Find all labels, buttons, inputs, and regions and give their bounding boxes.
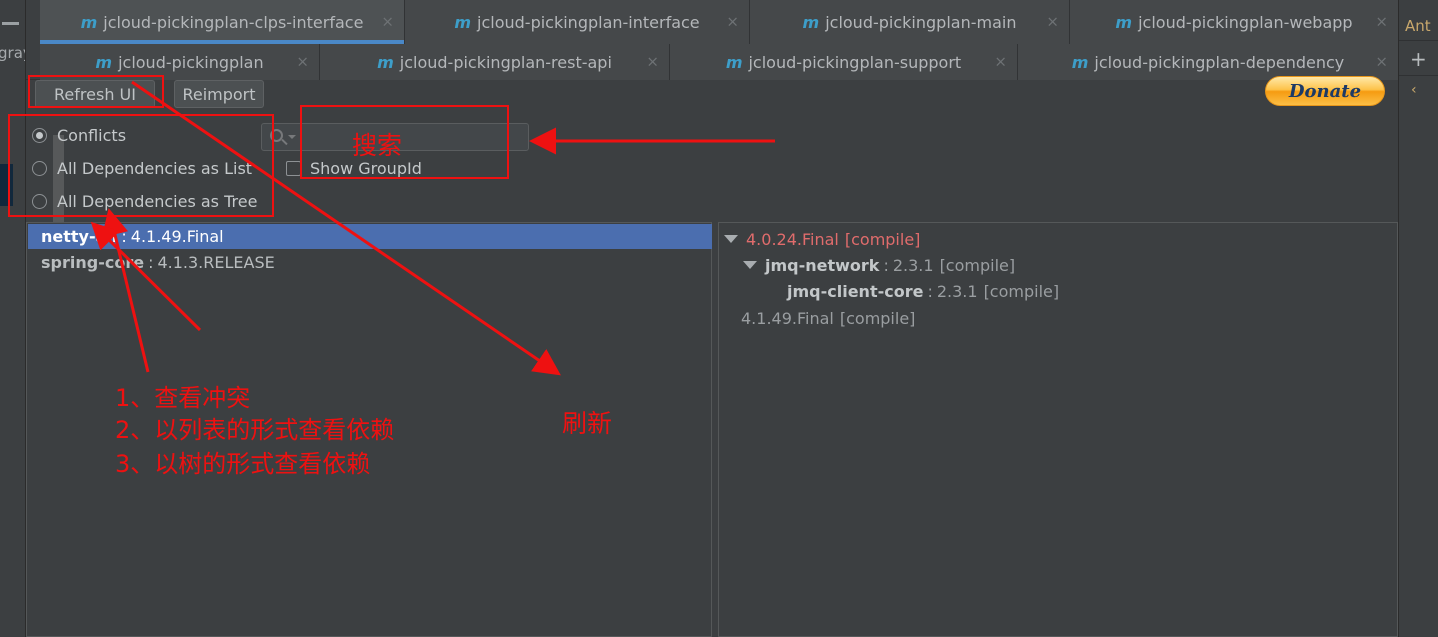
tab-close-icon[interactable]: × [1375,14,1388,30]
minimize-dash-icon [2,22,19,25]
strip-divider [1399,40,1438,41]
tab-jcloud-pickingplan[interactable]: m jcloud-pickingplan × [40,44,320,80]
maven-module-icon: m [377,52,394,72]
tab-label: jcloud-pickingplan-support [748,52,962,72]
tab-jcloud-pickingplan-main[interactable]: m jcloud-pickingplan-main × [750,0,1070,44]
list-item[interactable]: netty-all : 4.1.49.Final [28,224,712,249]
dependency-separator: : [121,227,127,246]
tab-label: jcloud-pickingplan-rest-api [399,52,612,72]
radio-label: All Dependencies as Tree [57,192,258,211]
tab-jcloud-pickingplan-webapp[interactable]: m jcloud-pickingplan-webapp × [1070,0,1398,44]
maven-helper-toolbar: Refresh UI Reimport [26,80,1398,113]
radio-indicator-icon [32,161,47,176]
tab-label: jcloud-pickingplan-main [825,12,1017,32]
add-button[interactable]: + [1410,49,1427,69]
radio-all-dependencies-as-list[interactable]: All Dependencies as List [32,159,252,178]
maven-module-icon: m [95,52,113,72]
radio-indicator-icon [32,194,47,209]
right-tool-strip: Ant + ‹ [1398,0,1438,637]
dependency-artifact: spring-core [41,253,145,272]
tab-close-icon[interactable]: × [994,54,1007,70]
dependency-artifact: netty-all [41,227,118,246]
tree-artifact: jmq-client-core [787,281,924,301]
tree-separator: : [927,281,933,301]
tree-scope: [compile] [839,308,916,328]
tab-close-icon[interactable]: × [1046,14,1059,30]
tab-close-icon[interactable]: × [1375,54,1388,70]
maven-module-icon: m [802,12,820,32]
expand-caret-icon[interactable] [724,235,738,243]
tab-jcloud-pickingplan-interface[interactable]: m jcloud-pickingplan-interface × [405,0,750,44]
annotation-note-2: 2、以列表的形式查看依赖 [115,416,395,444]
maven-helper-window: gray) m jcloud-pickingplan-clps-interfac… [0,0,1438,637]
tab-close-icon[interactable]: × [296,54,309,70]
tab-jcloud-pickingplan-dependency[interactable]: m jcloud-pickingplan-dependency × [1018,44,1398,80]
tree-scope: [compile] [983,281,1060,301]
tree-row[interactable]: 4.1.49.Final [compile] [741,305,915,331]
tree-separator: : [883,255,889,275]
refresh-ui-button[interactable]: Refresh UI [35,80,155,108]
dependency-tree-pane: 4.0.24.Final [compile] jmq-network : 2.3… [718,222,1398,637]
tab-close-icon[interactable]: × [726,14,739,30]
radio-label: Conflicts [57,126,127,145]
tree-row[interactable]: jmq-network : 2.3.1 [compile] [743,252,1015,278]
maven-module-icon: m [1071,52,1089,72]
radio-indicator-icon [32,128,47,143]
tree-row[interactable]: 4.0.24.Final [compile] [724,226,920,252]
radio-label: All Dependencies as List [57,159,253,178]
tree-version: 2.3.1 [936,281,978,301]
reimport-button[interactable]: Reimport [174,80,264,108]
tree-version: 2.3.1 [892,255,934,275]
radio-conflicts[interactable]: Conflicts [32,126,126,145]
tree-version: 4.1.49.Final [741,308,834,328]
chevron-down-icon [288,135,296,139]
tree-artifact: jmq-network [765,255,880,275]
donate-button[interactable]: Donate [1265,76,1385,106]
annotation-refresh-label: 刷新 [562,409,613,438]
dependency-separator: : [148,253,154,272]
maven-module-icon: m [1115,12,1133,32]
tree-scope: [compile] [939,255,1016,275]
annotation-note-1: 1、查看冲突 [115,384,251,412]
options-panel: Conflicts All Dependencies as List All D… [26,115,1398,215]
tab-jcloud-pickingplan-clps-interface[interactable]: m jcloud-pickingplan-clps-interface × [40,0,405,44]
strip-divider [1399,75,1438,76]
tree-scope: [compile] [844,229,921,249]
tab-jcloud-pickingplan-support[interactable]: m jcloud-pickingplan-support × [670,44,1018,80]
tree-version: 4.0.24.Final [746,229,839,249]
ant-panel-label[interactable]: Ant [1405,17,1431,35]
dependency-version: 4.1.49.Final [130,227,224,246]
maven-module-icon: m [454,12,472,32]
expand-caret-icon[interactable] [743,261,757,269]
tab-close-icon[interactable]: × [646,54,659,70]
maven-module-icon: m [725,52,743,72]
annotation-note-3: 3、以树的形式查看依赖 [115,450,371,478]
search-icon-handle [281,138,288,146]
tree-row[interactable]: jmq-client-core : 2.3.1 [compile] [787,278,1059,304]
tab-close-icon[interactable]: × [381,14,394,30]
maven-module-icon: m [80,12,98,32]
radio-all-dependencies-as-tree[interactable]: All Dependencies as Tree [32,192,257,211]
annotation-search-label: 搜索 [352,131,403,160]
left-gutter: gray) [0,0,38,637]
checkbox-indicator-icon [286,161,301,176]
list-item[interactable]: spring-core : 4.1.3.RELEASE [28,250,712,275]
dependency-version: 4.1.3.RELEASE [157,253,275,272]
tab-label: jcloud-pickingplan-interface [477,12,700,32]
tab-label: jcloud-pickingplan [118,52,264,72]
editor-marker-strip [0,164,13,206]
collapse-chevron-icon[interactable]: ‹ [1411,82,1417,98]
tab-label: jcloud-pickingplan-webapp [1138,12,1353,32]
tab-jcloud-pickingplan-rest-api[interactable]: m jcloud-pickingplan-rest-api × [320,44,670,80]
tab-label: jcloud-pickingplan-clps-interface [103,12,364,32]
tab-label: jcloud-pickingplan-dependency [1094,52,1345,72]
